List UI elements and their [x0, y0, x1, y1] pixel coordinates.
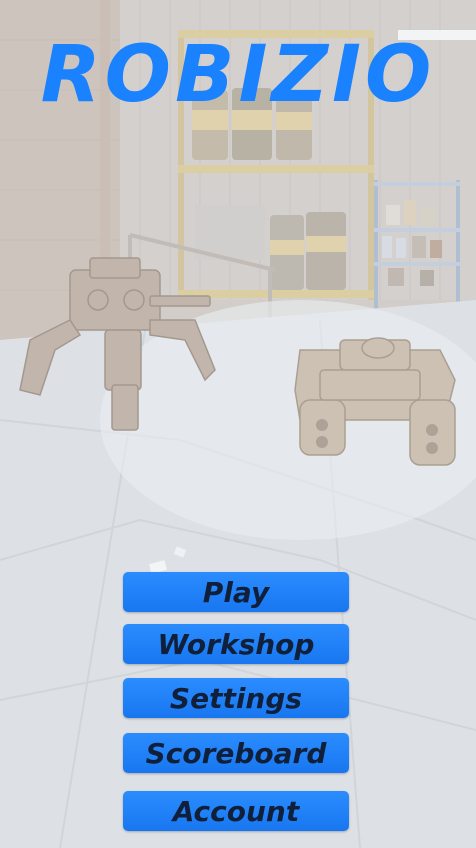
- workshop-button[interactable]: Workshop: [123, 624, 349, 664]
- settings-button[interactable]: Settings: [123, 678, 349, 718]
- account-button[interactable]: Account: [123, 791, 349, 831]
- game-title: ROBIZIO: [40, 30, 436, 120]
- play-button[interactable]: Play: [123, 572, 349, 612]
- scoreboard-button[interactable]: Scoreboard: [123, 733, 349, 773]
- garage-background-scene: [0, 0, 476, 848]
